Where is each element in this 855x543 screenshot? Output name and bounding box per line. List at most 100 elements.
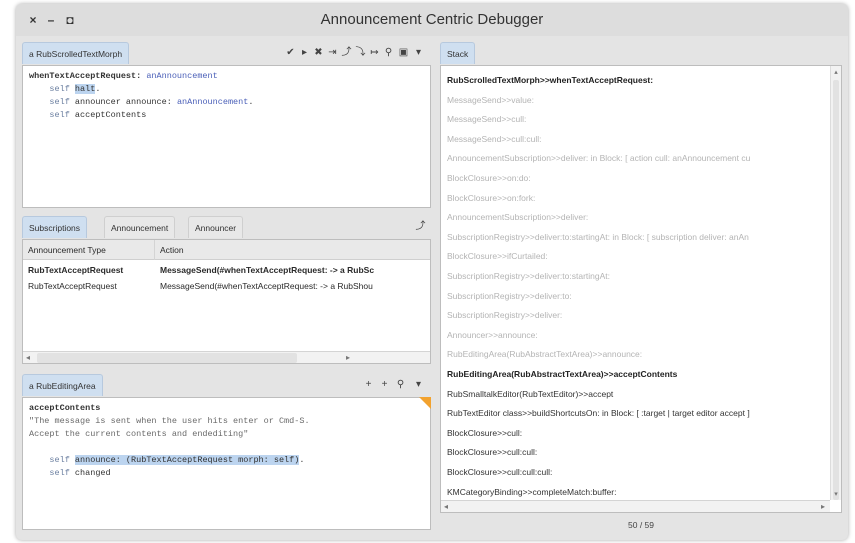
- stack-frame[interactable]: KMCategoryBinding>>completeMatch:buffer:: [447, 482, 829, 502]
- announce-selection: announce: (RubTextAcceptRequest morph: s…: [74, 455, 300, 465]
- cell-announcement-type: RubTextAcceptRequest: [28, 265, 124, 275]
- table-row[interactable]: RubTextAcceptRequest MessageSend(#whenTe…: [23, 262, 430, 278]
- menu-icon[interactable]: ▾: [412, 42, 425, 64]
- stack-frame[interactable]: BlockClosure>>cull:cull:cull:: [447, 462, 829, 482]
- stack-frame[interactable]: AnnouncementSubscription>>deliver: in Bl…: [447, 148, 829, 168]
- stack-frame[interactable]: BlockClosure>>on:do:: [447, 168, 829, 188]
- scroll-down-icon[interactable]: ▾: [831, 490, 841, 498]
- scroll-left-icon[interactable]: ◂: [444, 501, 448, 512]
- tab-announcer[interactable]: Announcer: [188, 216, 244, 238]
- scroll-up-icon[interactable]: ▴: [831, 68, 841, 76]
- scrollbar-thumb[interactable]: [37, 353, 297, 363]
- code-line-2: self announcer announce: anAnnouncement.: [29, 96, 424, 109]
- stack-frame[interactable]: MessageSend>>cull:cull:: [447, 129, 829, 149]
- stack-list: RubScrolledTextMorph>>whenTextAcceptRequ…: [440, 65, 842, 513]
- method-argument: anAnnouncement: [146, 71, 218, 81]
- keyword-self: self: [49, 455, 70, 465]
- add-icon[interactable]: +: [362, 374, 375, 396]
- table-row[interactable]: RubTextAcceptRequest MessageSend(#whenTe…: [23, 278, 430, 294]
- play-icon[interactable]: ▸: [298, 42, 311, 64]
- stack-frame[interactable]: SubscriptionRegistry>>deliver:to:startin…: [447, 266, 829, 286]
- method-source-editor[interactable]: whenTextAcceptRequest: anAnnouncement se…: [22, 65, 431, 208]
- code-message: acceptContents: [74, 110, 147, 120]
- step-over-icon[interactable]: ⇥: [326, 42, 339, 64]
- tab-rub-scrolled-text-morph[interactable]: a RubScrolledTextMorph: [22, 42, 130, 64]
- stack-frame[interactable]: Announcer>>announce:: [447, 325, 829, 345]
- stack-frame[interactable]: SubscriptionRegistry>>deliver:to:startin…: [447, 227, 829, 247]
- stack-frame[interactable]: RubEditingArea(RubAbstractTextArea)>>acc…: [447, 364, 829, 384]
- keyword-self: self: [49, 84, 70, 94]
- cell-action: MessageSend(#whenTextAcceptRequest: -> a…: [160, 281, 373, 291]
- keyword-self: self: [49, 97, 70, 107]
- window-title: Announcement Centric Debugger: [320, 11, 544, 28]
- stack-frame[interactable]: RubScrolledTextMorph>>whenTextAcceptRequ…: [447, 70, 829, 90]
- doc-icon[interactable]: ▣: [397, 42, 410, 64]
- cell-announcement-type: RubTextAcceptRequest: [28, 281, 117, 291]
- scroll-right-icon[interactable]: ▸: [821, 501, 825, 512]
- frame-counter: 50 / 59: [628, 520, 654, 530]
- halt-selection: halt: [74, 84, 96, 94]
- menu-icon[interactable]: ▾: [412, 374, 425, 396]
- code-message: announcer announce:: [74, 97, 177, 107]
- tab-announcement[interactable]: Announcement: [104, 216, 176, 238]
- tab-subscriptions[interactable]: Subscriptions: [22, 216, 88, 238]
- scrollbar-thumb[interactable]: [833, 80, 839, 500]
- stop-icon[interactable]: ✖: [312, 42, 325, 64]
- title-bar: × – ◘ Announcement Centric Debugger: [16, 4, 848, 36]
- scroll-right-icon[interactable]: ▸: [346, 352, 350, 363]
- search-icon[interactable]: ⚲: [382, 42, 395, 64]
- keyword-self: self: [49, 110, 70, 120]
- editing-source-editor[interactable]: acceptContents "The message is sent when …: [22, 397, 431, 530]
- code-message: changed: [74, 468, 111, 478]
- run-to-icon[interactable]: ↦: [368, 42, 381, 64]
- tab-stack[interactable]: Stack: [440, 42, 476, 64]
- table-header: Announcement Type Action: [23, 240, 430, 260]
- modified-marker: [419, 397, 431, 409]
- statement-dot: .: [95, 84, 101, 94]
- keyword-self: self: [49, 468, 70, 478]
- method-signature: whenTextAcceptRequest: anAnnouncement: [29, 70, 424, 83]
- method-selector: whenTextAcceptRequest:: [29, 71, 142, 81]
- editing-area-pane: a RubEditingArea + + ⚲ ▾ acceptContents "…: [22, 374, 431, 530]
- step-into-icon[interactable]: ⤴: [340, 42, 353, 64]
- stack-frame[interactable]: BlockClosure>>on:fork:: [447, 188, 829, 208]
- stack-frame[interactable]: BlockClosure>>cull:: [447, 423, 829, 443]
- stack-frame[interactable]: RubEditingArea(RubAbstractTextArea)>>ann…: [447, 344, 829, 364]
- code-line-2: self changed: [29, 467, 424, 480]
- stack-frame[interactable]: BlockClosure>>cull:cull:: [447, 442, 829, 462]
- method-comment-line-2: Accept the current contents and endediti…: [29, 429, 249, 439]
- code-line-1: self announce: (RubTextAcceptRequest mor…: [29, 454, 424, 467]
- cell-action: MessageSend(#whenTextAcceptRequest: -> a…: [160, 265, 375, 275]
- add-icon[interactable]: +: [378, 374, 391, 396]
- stack-frame[interactable]: RubSmalltalkEditor(RubTextEditor)>>accep…: [447, 384, 829, 404]
- subscriptions-pane: Subscriptions Announcement Announcer ⤴ A…: [22, 216, 431, 364]
- stack-frame[interactable]: SubscriptionRegistry>>deliver:to:: [447, 286, 829, 306]
- tab-rub-editing-area[interactable]: a RubEditingArea: [22, 374, 103, 396]
- step-through-icon[interactable]: ⤵: [354, 42, 367, 64]
- scroll-left-icon[interactable]: ◂: [26, 352, 30, 363]
- stack-frame[interactable]: MessageSend>>cull:: [447, 109, 829, 129]
- check-icon[interactable]: ✔: [284, 42, 297, 64]
- horizontal-scrollbar[interactable]: ◂ ▸: [23, 351, 430, 363]
- code-line-3: self acceptContents: [29, 109, 424, 122]
- method-selector: acceptContents: [29, 403, 101, 413]
- stack-frame[interactable]: SubscriptionRegistry>>deliver:: [447, 305, 829, 325]
- code-argument: anAnnouncement: [176, 97, 249, 107]
- stack-frame[interactable]: MessageSend>>value:: [447, 90, 829, 110]
- column-header-action[interactable]: Action: [155, 240, 430, 260]
- stack-frame[interactable]: BlockClosure>>ifCurtailed:: [447, 246, 829, 266]
- debugger-window: × – ◘ Announcement Centric Debugger a Ru…: [16, 4, 848, 540]
- method-signature: acceptContents: [29, 402, 424, 415]
- horizontal-scrollbar[interactable]: ◂ ▸: [441, 500, 830, 512]
- search-icon[interactable]: ⚲: [394, 374, 407, 396]
- column-header-announcement-type[interactable]: Announcement Type: [23, 240, 155, 260]
- vertical-scrollbar[interactable]: ▴ ▾: [830, 66, 841, 500]
- method-code-pane: a RubScrolledTextMorph ✔ ▸ ✖ ⇥ ⤴ ⤵ ↦ ⚲ ▣…: [22, 42, 431, 208]
- stack-frame[interactable]: AnnouncementSubscription>>deliver:: [447, 207, 829, 227]
- statement-dot: .: [248, 97, 254, 107]
- statement-dot: .: [299, 455, 305, 465]
- inspect-action-icon[interactable]: ⤴: [414, 216, 427, 238]
- subscriptions-table: Announcement Type Action RubTextAcceptRe…: [22, 239, 431, 364]
- stack-frame[interactable]: RubTextEditor class>>buildShortcutsOn: i…: [447, 403, 829, 423]
